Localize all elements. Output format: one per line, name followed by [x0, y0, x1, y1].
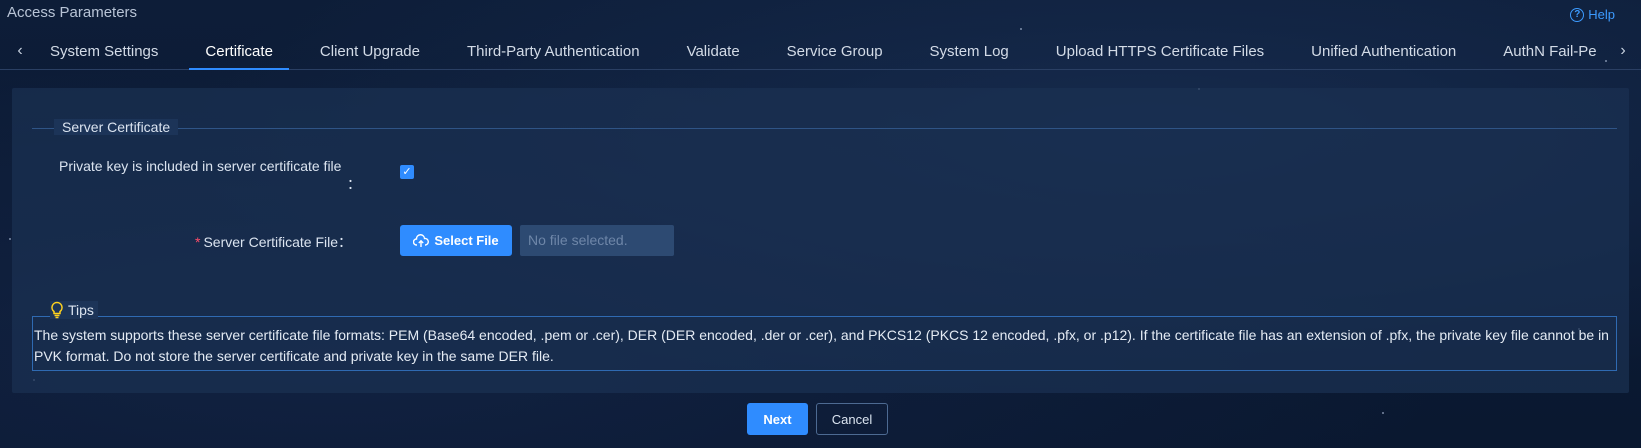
- tab-upload-https-certificate-files[interactable]: Upload HTTPS Certificate Files: [1040, 36, 1280, 70]
- tab-client-upgrade[interactable]: Client Upgrade: [304, 36, 436, 70]
- required-mark: *: [195, 234, 201, 250]
- help-link[interactable]: ? Help: [1570, 7, 1615, 22]
- certificate-panel: Server Certificate Private key is includ…: [12, 88, 1629, 393]
- server-certificate-file-text: Server Certificate File：: [203, 234, 353, 250]
- tips-header: Tips: [50, 301, 98, 319]
- tab-system-log[interactable]: System Log: [914, 36, 1025, 70]
- next-button[interactable]: Next: [747, 403, 808, 435]
- tab-certificate[interactable]: Certificate: [189, 36, 289, 70]
- tab-list: System Settings Certificate Client Upgrade…: [34, 36, 1611, 70]
- section-title: Server Certificate: [54, 119, 179, 135]
- tab-third-party-authentication[interactable]: Third-Party Authentication: [451, 36, 656, 70]
- tab-validate[interactable]: Validate: [671, 36, 756, 70]
- tab-authn-fail-pe[interactable]: AuthN Fail-Pe: [1487, 36, 1611, 70]
- tips-title: Tips: [68, 302, 94, 318]
- tab-system-settings[interactable]: System Settings: [34, 36, 174, 70]
- cancel-button[interactable]: Cancel: [816, 403, 888, 435]
- select-file-button[interactable]: Select File: [400, 225, 512, 256]
- select-file-label: Select File: [434, 233, 499, 248]
- private-key-label: Private key is included in server certif…: [59, 158, 342, 174]
- tab-unified-authentication[interactable]: Unified Authentication: [1295, 36, 1472, 70]
- selected-file-display: No file selected.: [520, 225, 674, 256]
- private-key-checkbox[interactable]: ✓: [400, 165, 414, 179]
- tab-bar: ‹ System Settings Certificate Client Upgra…: [0, 36, 1641, 70]
- section-divider: [32, 128, 1617, 129]
- tips-text: The system supports these server certifi…: [34, 327, 1609, 364]
- lightbulb-icon: [51, 301, 63, 319]
- chevron-left-icon[interactable]: ‹: [12, 42, 28, 60]
- chevron-right-icon[interactable]: ›: [1615, 42, 1631, 60]
- private-key-colon: ：: [347, 176, 361, 192]
- page-title: Access Parameters: [7, 4, 138, 21]
- tab-service-group[interactable]: Service Group: [771, 36, 899, 70]
- top-bar: Access Parameters ? Help: [0, 0, 1641, 30]
- help-icon: ?: [1570, 7, 1585, 22]
- cloud-upload-icon: [413, 233, 430, 247]
- help-label: Help: [1588, 7, 1615, 22]
- server-certificate-file-label: * Server Certificate File：: [195, 232, 352, 252]
